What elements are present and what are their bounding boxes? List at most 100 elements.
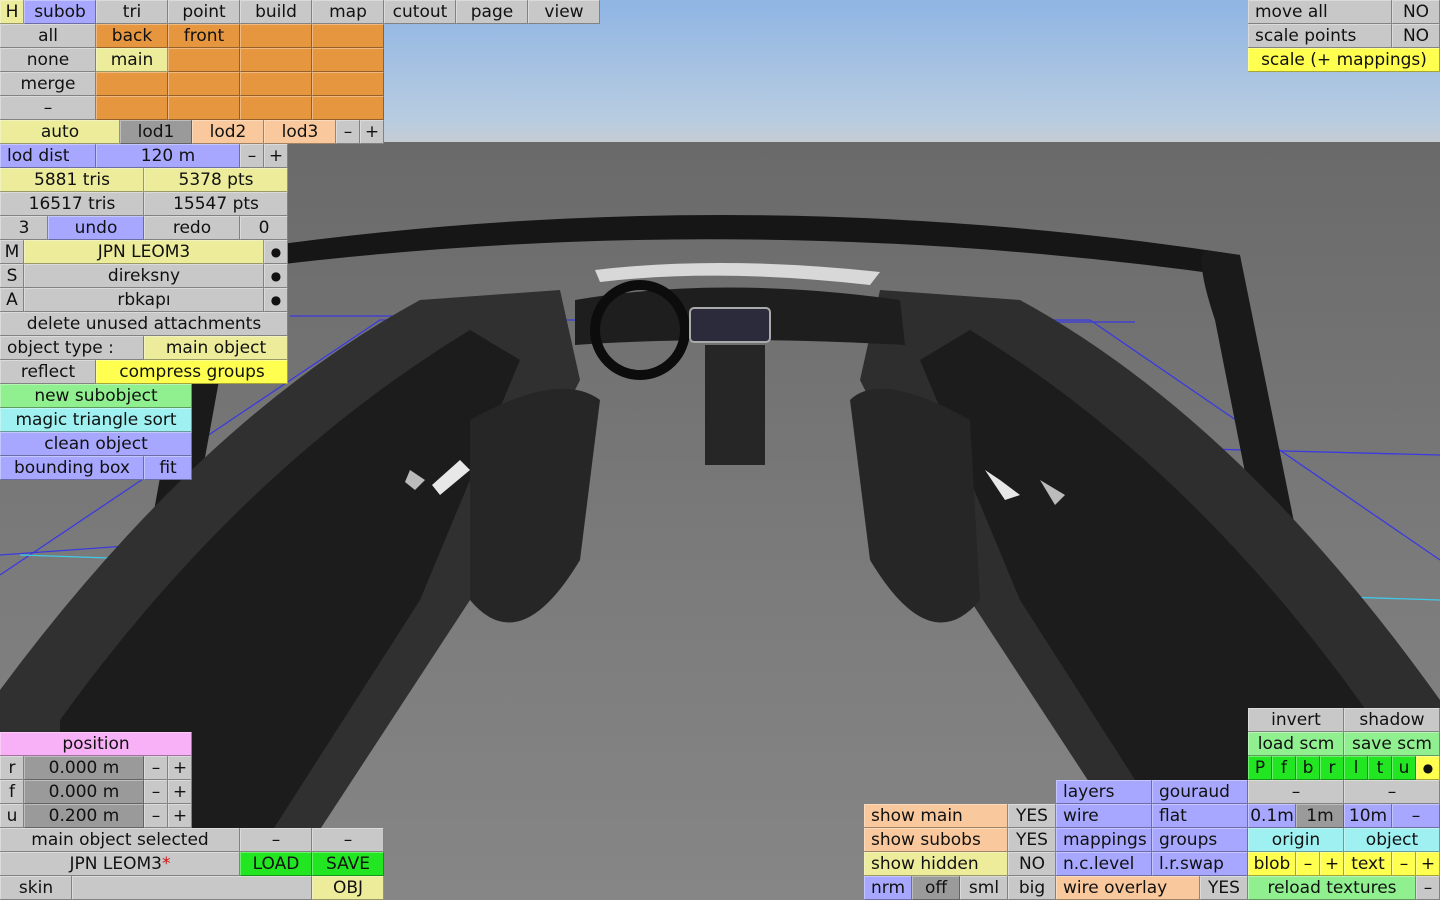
save-button[interactable]: SAVE bbox=[312, 852, 384, 876]
tab-cutout[interactable]: cutout bbox=[384, 0, 456, 24]
tab-point[interactable]: point bbox=[168, 0, 240, 24]
group-slot[interactable] bbox=[312, 24, 384, 48]
mode-h-tab[interactable]: H bbox=[0, 0, 24, 24]
show-hidden-value[interactable]: NO bbox=[1008, 852, 1056, 876]
text-minus-button[interactable]: – bbox=[1392, 852, 1416, 876]
select-none-button[interactable]: none bbox=[0, 48, 96, 72]
lod-auto-button[interactable]: auto bbox=[0, 120, 120, 144]
reload-textures-button[interactable]: reload textures bbox=[1248, 876, 1416, 900]
group-slot[interactable] bbox=[96, 72, 168, 96]
group-slot[interactable] bbox=[168, 72, 240, 96]
object-type-select[interactable]: main object bbox=[144, 336, 288, 360]
position-r-minus-button[interactable]: – bbox=[144, 756, 168, 780]
flag-u-toggle[interactable]: u bbox=[1392, 756, 1416, 780]
lod-dist-minus-button[interactable]: – bbox=[240, 144, 264, 168]
group-slot[interactable] bbox=[168, 96, 240, 120]
gouraud-button[interactable]: gouraud bbox=[1152, 780, 1248, 804]
lod1-button[interactable]: lod1 bbox=[120, 120, 192, 144]
show-main-toggle[interactable]: show main bbox=[864, 804, 1008, 828]
reflect-button[interactable]: reflect bbox=[0, 360, 96, 384]
model-name-main[interactable]: JPN LEOM3 bbox=[24, 240, 264, 264]
load-scm-button[interactable]: load scm bbox=[1248, 732, 1344, 756]
group-slot[interactable] bbox=[96, 96, 168, 120]
group-slot[interactable] bbox=[240, 48, 312, 72]
lod2-button[interactable]: lod2 bbox=[192, 120, 264, 144]
tab-subob[interactable]: subob bbox=[24, 0, 96, 24]
grid-10m-button[interactable]: 10m bbox=[1344, 804, 1392, 828]
select-all-button[interactable]: all bbox=[0, 24, 96, 48]
front-group-button[interactable]: front bbox=[168, 24, 240, 48]
group-slot[interactable] bbox=[240, 72, 312, 96]
flag-t-toggle[interactable]: t bbox=[1368, 756, 1392, 780]
scale-points-toggle[interactable]: scale points bbox=[1248, 24, 1392, 48]
shadow-button[interactable]: shadow bbox=[1344, 708, 1440, 732]
position-f-plus-button[interactable]: + bbox=[168, 780, 192, 804]
undo-button[interactable]: undo bbox=[48, 216, 144, 240]
flag-b-toggle[interactable]: b bbox=[1296, 756, 1320, 780]
save-scm-button[interactable]: save scm bbox=[1344, 732, 1440, 756]
clean-object-button[interactable]: clean object bbox=[0, 432, 192, 456]
model-name-attach[interactable]: rbkapı bbox=[24, 288, 264, 312]
lod-dist-value[interactable]: 120 m bbox=[96, 144, 240, 168]
text-plus-button[interactable]: + bbox=[1416, 852, 1440, 876]
flag-r-toggle[interactable]: r bbox=[1320, 756, 1344, 780]
reload-dash-button[interactable]: – bbox=[1416, 876, 1440, 900]
group-slot[interactable] bbox=[168, 48, 240, 72]
blob-minus-button[interactable]: – bbox=[1296, 852, 1320, 876]
normals-button[interactable]: nrm bbox=[864, 876, 912, 900]
nc-level-button[interactable]: n.c.level bbox=[1056, 852, 1152, 876]
move-all-toggle[interactable]: move all bbox=[1248, 0, 1392, 24]
scale-points-value[interactable]: NO bbox=[1392, 24, 1440, 48]
normals-off-button[interactable]: off bbox=[912, 876, 960, 900]
lod-dist-plus-button[interactable]: + bbox=[264, 144, 288, 168]
compress-groups-button[interactable]: compress groups bbox=[96, 360, 288, 384]
groups-button[interactable]: groups bbox=[1152, 828, 1248, 852]
flag-dot-toggle[interactable]: ● bbox=[1416, 756, 1440, 780]
dash-button[interactable]: – bbox=[1344, 780, 1440, 804]
merge-button[interactable]: merge bbox=[0, 72, 96, 96]
tab-tri[interactable]: tri bbox=[96, 0, 168, 24]
blob-plus-button[interactable]: + bbox=[1320, 852, 1344, 876]
back-group-button[interactable]: back bbox=[96, 24, 168, 48]
position-u-plus-button[interactable]: + bbox=[168, 804, 192, 828]
position-value-f[interactable]: 0.000 m bbox=[24, 780, 144, 804]
tab-build[interactable]: build bbox=[240, 0, 312, 24]
group-slot[interactable] bbox=[312, 48, 384, 72]
object-button[interactable]: object bbox=[1344, 828, 1440, 852]
origin-button[interactable]: origin bbox=[1248, 828, 1344, 852]
normals-small-button[interactable]: sml bbox=[960, 876, 1008, 900]
load-button[interactable]: LOAD bbox=[240, 852, 312, 876]
lr-swap-button[interactable]: l.r.swap bbox=[1152, 852, 1248, 876]
skin-field[interactable] bbox=[72, 876, 312, 900]
flag-p-toggle[interactable]: P bbox=[1248, 756, 1272, 780]
flag-l-toggle[interactable]: l bbox=[1344, 756, 1368, 780]
position-f-minus-button[interactable]: – bbox=[144, 780, 168, 804]
show-hidden-toggle[interactable]: show hidden bbox=[864, 852, 1008, 876]
show-subobs-value[interactable]: YES bbox=[1008, 828, 1056, 852]
wire-button[interactable]: wire bbox=[1056, 804, 1152, 828]
tab-map[interactable]: map bbox=[312, 0, 384, 24]
invert-button[interactable]: invert bbox=[1248, 708, 1344, 732]
show-subobs-toggle[interactable]: show subobs bbox=[864, 828, 1008, 852]
group-slot[interactable] bbox=[240, 24, 312, 48]
layers-button[interactable]: layers bbox=[1056, 780, 1152, 804]
dash-button[interactable]: – bbox=[240, 828, 312, 852]
tab-page[interactable]: page bbox=[456, 0, 528, 24]
lod3-button[interactable]: lod3 bbox=[264, 120, 336, 144]
fit-button[interactable]: fit bbox=[144, 456, 192, 480]
new-subobject-button[interactable]: new subobject bbox=[0, 384, 192, 408]
wire-overlay-toggle[interactable]: wire overlay bbox=[1056, 876, 1200, 900]
mappings-button[interactable]: mappings bbox=[1056, 828, 1152, 852]
group-slot[interactable] bbox=[312, 96, 384, 120]
position-value-r[interactable]: 0.000 m bbox=[24, 756, 144, 780]
show-main-value[interactable]: YES bbox=[1008, 804, 1056, 828]
grid-1m-button[interactable]: 1m bbox=[1296, 804, 1344, 828]
magic-triangle-sort-button[interactable]: magic triangle sort bbox=[0, 408, 192, 432]
file-name[interactable]: JPN LEOM3 * bbox=[0, 852, 240, 876]
group-slot[interactable] bbox=[312, 72, 384, 96]
grid-dash-button[interactable]: – bbox=[1392, 804, 1440, 828]
model-dot-attach[interactable]: ● bbox=[264, 288, 288, 312]
lod-plus-button[interactable]: + bbox=[360, 120, 384, 144]
flat-button[interactable]: flat bbox=[1152, 804, 1248, 828]
normals-big-button[interactable]: big bbox=[1008, 876, 1056, 900]
